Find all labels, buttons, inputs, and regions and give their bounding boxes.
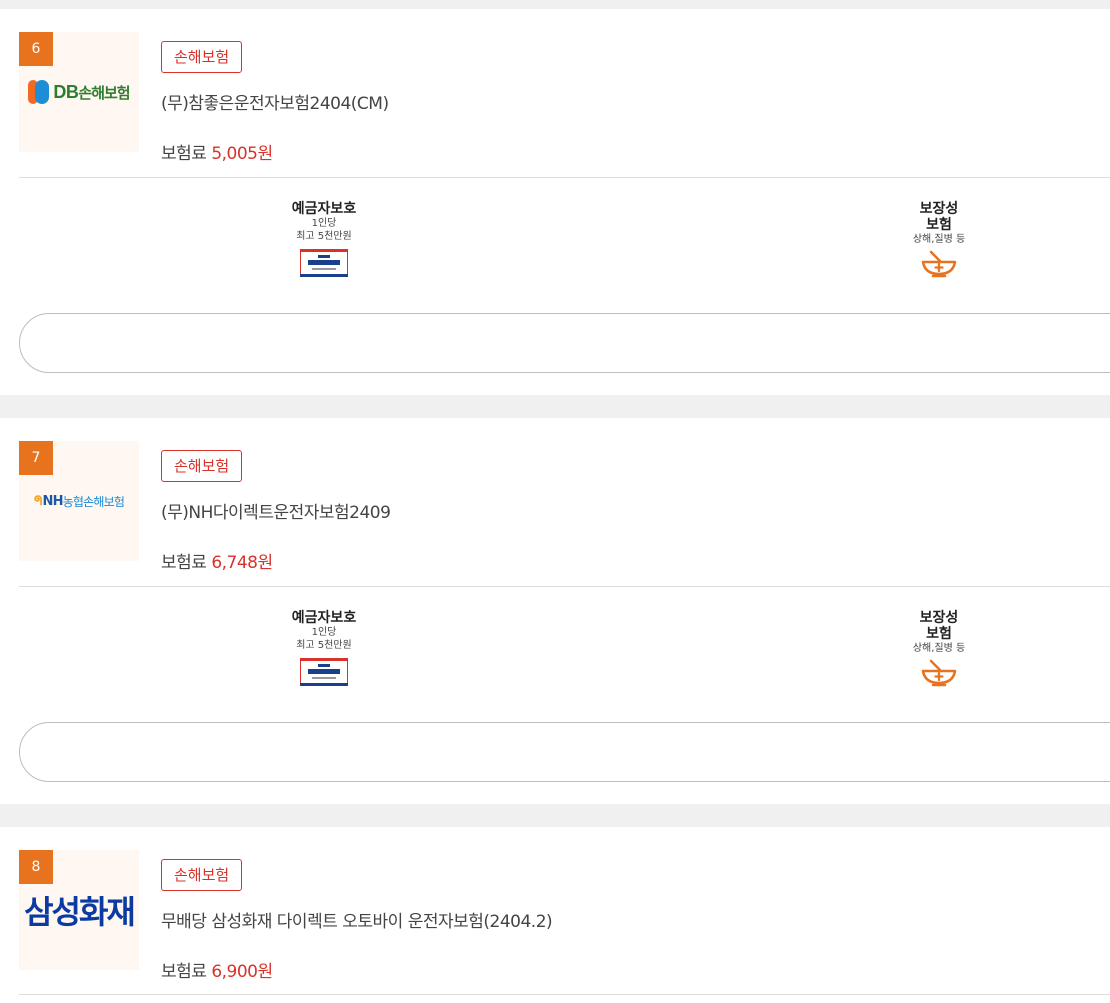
- premium: 보험료 5,005원: [161, 139, 273, 164]
- medicine-bowl-icon: [921, 250, 957, 278]
- insurer-logo-box: 6 DB 손해보험: [19, 32, 139, 152]
- insurer-logo-box: 7 ᖗ NH 농협손해보험: [19, 441, 139, 561]
- category-tag: 손해보험: [161, 450, 243, 482]
- feature-title: 보장성: [919, 201, 959, 217]
- feature-title: 예금자보호: [291, 610, 357, 626]
- premium: 보험료 6,748원: [161, 548, 273, 573]
- category-tag: 손해보험: [161, 859, 243, 891]
- product-summary[interactable]: 6 DB 손해보험 손해보험 (무)참좋은운전자보험2404(CM) 보험료 5…: [0, 9, 1110, 178]
- feature-row: 예금자보호 1인당 최고 5천만원 보장성 보험 상해,질병 등: [0, 177, 1110, 373]
- kdic-protection-badge-icon: [300, 249, 348, 277]
- coverage-type-feature: 보장성 보험 상해,질병 등: [879, 610, 999, 687]
- coverage-type-feature: 보장성 보험 상해,질병 등: [879, 201, 999, 278]
- deposit-protection-feature: 예금자보호 1인당 최고 5천만원: [264, 201, 384, 277]
- rank-badge: 8: [19, 850, 53, 884]
- detail-button[interactable]: [19, 722, 1110, 782]
- premium-value: 6,900원: [211, 962, 273, 982]
- premium-label: 보험료: [161, 144, 207, 164]
- product-card: 8 삼성화재 손해보험 무배당 삼성화재 다이렉트 오토바이 운전자보험(240…: [0, 827, 1110, 1003]
- db-logo-mark-icon: [28, 80, 50, 104]
- db-insurance-logo: DB 손해보험: [19, 66, 139, 118]
- samsung-fire-logo: 삼성화재: [24, 893, 136, 931]
- medicine-bowl-icon: [921, 659, 957, 687]
- product-summary[interactable]: 7 ᖗ NH 농협손해보험 손해보험 (무)NH다이렉트운전자보험2409 보험…: [0, 418, 1110, 587]
- product-card: 7 ᖗ NH 농협손해보험 손해보험 (무)NH다이렉트운전자보험2409 보험…: [0, 418, 1110, 804]
- deposit-protection-feature: 예금자보호 1인당 최고 5천만원: [264, 610, 384, 686]
- rank-badge: 7: [19, 441, 53, 475]
- premium-label: 보험료: [161, 962, 207, 982]
- product-name[interactable]: (무)참좋은운전자보험2404(CM): [161, 89, 389, 114]
- feature-title: 보장성: [919, 610, 959, 626]
- product-name[interactable]: 무배당 삼성화재 다이렉트 오토바이 운전자보험(2404.2): [161, 907, 553, 932]
- feature-row: 예금자보호 1인당 최고 5천만원 보장성 보험 상해,질병 등: [0, 586, 1110, 782]
- nh-insurance-logo: ᖗ NH 농협손해보험: [33, 493, 125, 509]
- rank-badge: 6: [19, 32, 53, 66]
- premium-value: 6,748원: [211, 553, 273, 573]
- premium: 보험료 6,900원: [161, 957, 273, 982]
- product-summary[interactable]: 8 삼성화재 손해보험 무배당 삼성화재 다이렉트 오토바이 운전자보험(240…: [0, 827, 1110, 995]
- product-card: 6 DB 손해보험 손해보험 (무)참좋은운전자보험2404(CM) 보험료 5…: [0, 9, 1110, 395]
- detail-button[interactable]: [19, 313, 1110, 373]
- premium-value: 5,005원: [211, 144, 273, 164]
- feature-title: 예금자보호: [291, 201, 357, 217]
- insurer-logo-box: 8 삼성화재: [19, 850, 139, 970]
- kdic-protection-badge-icon: [300, 658, 348, 686]
- premium-label: 보험료: [161, 553, 207, 573]
- category-tag: 손해보험: [161, 41, 243, 73]
- divider: [19, 994, 1110, 995]
- nh-logo-mark-icon: ᖗ: [33, 493, 42, 509]
- product-name[interactable]: (무)NH다이렉트운전자보험2409: [161, 498, 391, 523]
